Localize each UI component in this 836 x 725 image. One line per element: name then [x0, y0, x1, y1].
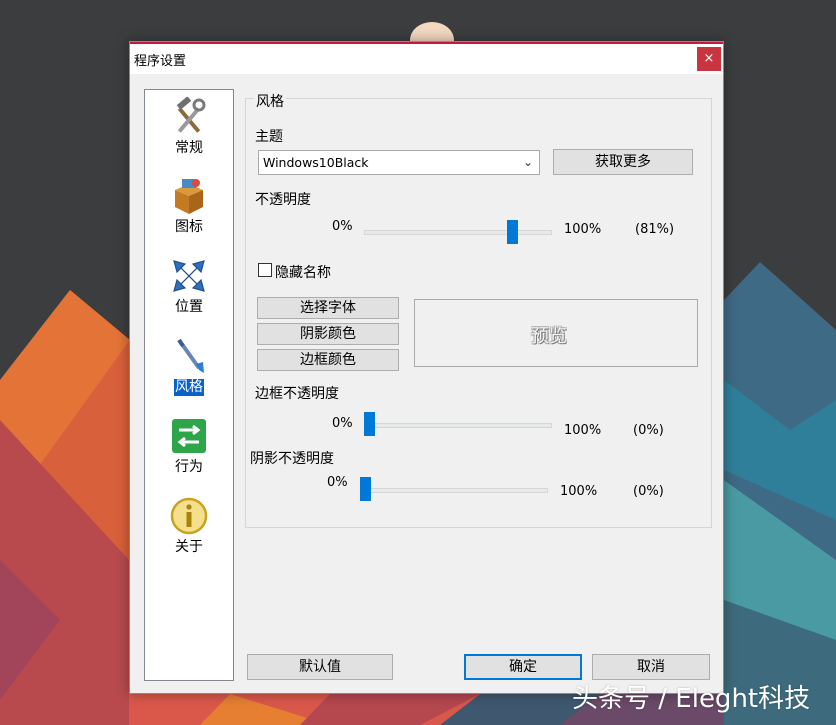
- hide-name-label: 隐藏名称: [275, 265, 331, 281]
- opacity-min-label: 0%: [332, 219, 353, 234]
- info-icon: [170, 497, 208, 535]
- sidebar-item-label: 风格: [174, 379, 204, 396]
- sidebar-item-general[interactable]: 常规: [145, 97, 233, 157]
- title-bar[interactable]: 程序设置 ×: [130, 42, 723, 74]
- settings-dialog: 程序设置 × 常规 图标 位置 风格 行为 关于 风格 主题 Windows10…: [129, 41, 724, 694]
- sidebar-item-label: 常规: [175, 140, 203, 156]
- border-opacity-min-label: 0%: [332, 416, 353, 431]
- window-title: 程序设置: [134, 54, 187, 69]
- watermark-text: 头条号 / Eleght科技: [572, 684, 811, 714]
- sidebar-item-behavior[interactable]: 行为: [145, 416, 233, 476]
- preview-box: 预览: [414, 299, 698, 367]
- opacity-label: 不透明度: [255, 192, 311, 208]
- default-button[interactable]: 默认值: [247, 654, 393, 680]
- group-legend: 风格: [254, 91, 286, 111]
- border-opacity-value: (0%): [633, 423, 664, 438]
- border-opacity-slider-track[interactable]: [364, 423, 552, 428]
- shadow-opacity-value: (0%): [633, 484, 664, 499]
- hide-name-checkbox[interactable]: [258, 263, 272, 277]
- border-opacity-label: 边框不透明度: [255, 386, 339, 402]
- tools-icon: [176, 97, 206, 133]
- get-more-button[interactable]: 获取更多: [553, 149, 693, 175]
- sidebar: 常规 图标 位置 风格 行为 关于: [144, 89, 234, 681]
- chevron-down-icon: ⌄: [522, 155, 533, 169]
- theme-select-value: Windows10Black: [263, 155, 369, 170]
- sidebar-item-label: 行为: [175, 459, 203, 475]
- shadow-color-button[interactable]: 阴影颜色: [257, 323, 399, 345]
- sidebar-item-about[interactable]: 关于: [145, 496, 233, 556]
- border-opacity-slider-thumb[interactable]: [364, 412, 375, 436]
- sidebar-item-icons[interactable]: 图标: [145, 176, 233, 236]
- cancel-button[interactable]: 取消: [592, 654, 710, 680]
- select-font-button[interactable]: 选择字体: [257, 297, 399, 319]
- shadow-opacity-label: 阴影不透明度: [250, 451, 334, 467]
- shadow-opacity-min-label: 0%: [327, 475, 348, 490]
- swap-arrows-icon: [172, 419, 206, 453]
- sidebar-item-label: 位置: [175, 299, 203, 315]
- ok-button[interactable]: 确定: [464, 654, 582, 680]
- move-arrows-icon: [173, 260, 205, 292]
- shadow-opacity-slider-track[interactable]: [360, 488, 548, 493]
- brush-icon: [177, 338, 204, 373]
- opacity-value: (81%): [635, 222, 675, 237]
- sidebar-item-position[interactable]: 位置: [145, 256, 233, 316]
- theme-select[interactable]: Windows10Black ⌄: [258, 150, 540, 175]
- preview-text: 预览: [531, 326, 567, 347]
- border-color-button[interactable]: 边框颜色: [257, 349, 399, 371]
- theme-label: 主题: [255, 129, 283, 145]
- border-opacity-max-label: 100%: [564, 423, 602, 438]
- opacity-slider-track[interactable]: [364, 230, 552, 235]
- sidebar-item-style[interactable]: 风格: [145, 336, 233, 396]
- shadow-opacity-max-label: 100%: [560, 484, 598, 499]
- sidebar-item-label: 图标: [175, 219, 203, 235]
- sidebar-item-label: 关于: [175, 539, 203, 555]
- shadow-opacity-slider-thumb[interactable]: [360, 477, 371, 501]
- close-button[interactable]: ×: [697, 47, 721, 71]
- box-icon: [175, 179, 203, 214]
- opacity-max-label: 100%: [564, 222, 602, 237]
- opacity-slider-thumb[interactable]: [507, 220, 518, 244]
